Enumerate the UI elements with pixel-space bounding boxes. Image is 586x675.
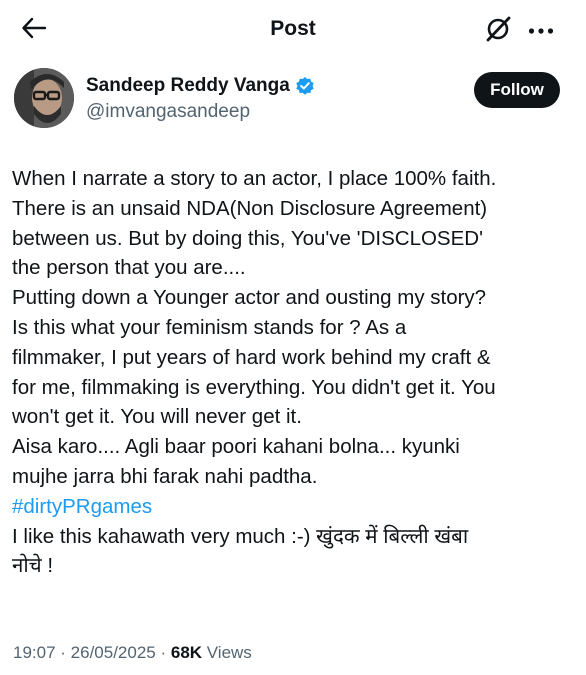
hashtag-link[interactable]: #dirtyPRgames — [12, 495, 152, 518]
post-time[interactable]: 19:07 — [13, 643, 56, 662]
author-handle[interactable]: @imvangasandeep — [86, 101, 250, 123]
views-count[interactable]: 68K — [171, 643, 202, 662]
views-label: Views — [202, 643, 252, 662]
post-metadata: 19:07 · 26/05/2025 · 68K Views — [13, 643, 252, 663]
post-text: When I narrate a story to an actor, I pl… — [12, 164, 578, 581]
meta-separator: · — [155, 643, 171, 662]
post-line: Putting down a Younger actor and ousting… — [12, 286, 487, 310]
verified-badge-icon — [295, 76, 315, 96]
post-line: Is this what your feminism stands for ? … — [12, 315, 407, 339]
author-name-text: Sandeep Reddy Vanga — [86, 75, 290, 96]
post-line: won't get it. You will never get it. — [12, 405, 302, 429]
post-line: the person that you are.... — [12, 256, 246, 280]
follow-button[interactable]: Follow — [474, 72, 560, 108]
more-horizontal-icon — [528, 22, 554, 40]
post-line: I like this kahawath very much :-) खुंदक… — [12, 524, 469, 548]
post-date[interactable]: 26/05/2025 — [71, 643, 156, 662]
post-line: When I narrate a story to an actor, I pl… — [12, 167, 497, 190]
post-line: filmmaker, I put years of hard work behi… — [12, 345, 491, 369]
post-line: for me, filmmaking is everything. You di… — [12, 375, 496, 399]
more-options-button[interactable] — [524, 16, 558, 46]
grok-button[interactable] — [483, 16, 513, 46]
author-block: Sandeep Reddy Vanga @imvangasandeep Foll… — [0, 66, 586, 136]
grok-icon — [484, 15, 512, 48]
author-display-name[interactable]: Sandeep Reddy Vanga — [86, 75, 315, 97]
post-line: There is an unsaid NDA(Non Disclosure Ag… — [12, 196, 488, 220]
post-line: between us. But by doing this, You've 'D… — [12, 226, 483, 250]
post-line: mujhe jarra bhi farak nahi padtha. — [12, 464, 318, 488]
avatar[interactable] — [14, 68, 74, 128]
post-line: Aisa karo.... Agli baar poori kahani bol… — [12, 435, 460, 459]
post-line: नोचे ! — [12, 554, 54, 578]
meta-separator: · — [55, 643, 71, 662]
top-bar: Post — [0, 0, 586, 60]
